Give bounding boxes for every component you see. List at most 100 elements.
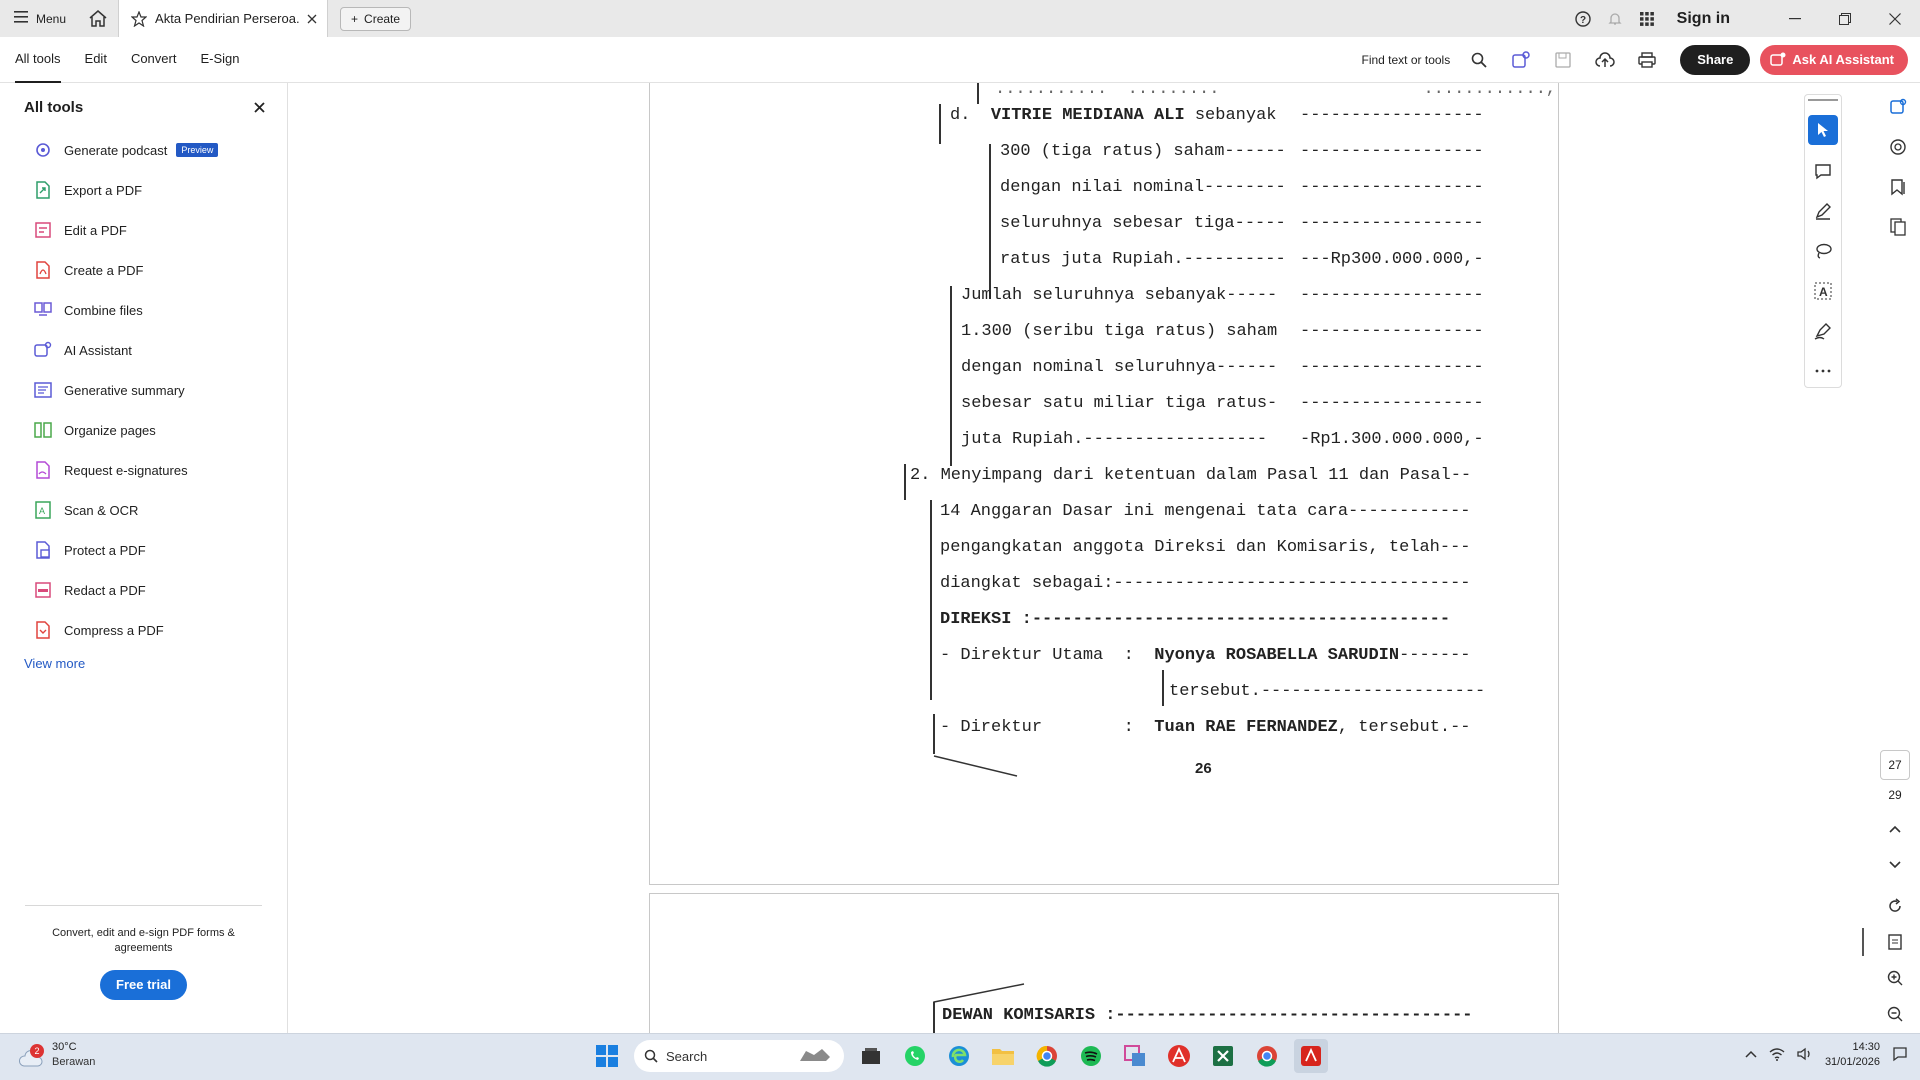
home-button[interactable] [78, 0, 118, 37]
comments-panel-icon[interactable] [1876, 127, 1920, 167]
star-icon[interactable] [131, 10, 148, 27]
taskbar-app-snipping[interactable] [1118, 1039, 1152, 1073]
taskbar-clock[interactable]: 14:30 31/01/2026 [1825, 1040, 1880, 1070]
tool-item-redact[interactable]: Redact a PDF [0, 570, 287, 610]
notification-count-badge: 2 [30, 1044, 44, 1058]
share-button[interactable]: Share [1680, 44, 1751, 75]
minimize-button[interactable] [1770, 0, 1820, 37]
sign-tool-button[interactable] [1805, 311, 1841, 351]
doc-line-right: ------------------ [1300, 214, 1484, 233]
palette-grip[interactable] [1808, 99, 1838, 101]
previous-page-button[interactable] [1880, 820, 1910, 838]
tool-item-ai-assistant[interactable]: AI Assistant [0, 330, 287, 370]
edit-pdf-icon [32, 219, 54, 241]
tool-item-export-pdf[interactable]: Export a PDF [0, 170, 287, 210]
panel-footer: Convert, edit and e-sign PDF forms & agr… [25, 905, 262, 1000]
highlight-tool-button[interactable] [1805, 191, 1841, 231]
tool-item-edit-pdf[interactable]: Edit a PDF [0, 210, 287, 250]
tool-item-esign[interactable]: Request e-signatures [0, 450, 287, 490]
tab-all-tools[interactable]: All tools [15, 37, 61, 83]
taskbar-app-taskview[interactable] [854, 1039, 888, 1073]
apps-grid-icon[interactable] [1631, 0, 1663, 37]
taskbar-app-acrobat-reader[interactable] [1162, 1039, 1196, 1073]
wifi-icon[interactable] [1769, 1047, 1785, 1064]
bookmarks-icon[interactable] [1876, 167, 1920, 207]
save-icon[interactable] [1546, 43, 1580, 77]
notification-center-icon[interactable] [1892, 1046, 1908, 1065]
tool-item-create-pdf[interactable]: Create a PDF [0, 250, 287, 290]
free-trial-button[interactable]: Free trial [100, 970, 187, 1000]
comment-tool-button[interactable] [1805, 151, 1841, 191]
weather-widget[interactable]: 2 30°C Berawan [18, 1040, 95, 1070]
notification-bell-icon[interactable] [1599, 0, 1631, 37]
margin-line [904, 464, 906, 500]
taskbar-app-spotify[interactable] [1074, 1039, 1108, 1073]
draw-tool-button[interactable] [1805, 231, 1841, 271]
document-viewer[interactable]: ........... ......... ............, d. V… [289, 83, 1804, 1033]
tool-item-combine[interactable]: Combine files [0, 290, 287, 330]
tool-item-label: Create a PDF [64, 262, 144, 278]
direktur-utama-line: - Direktur Utama : Nyonya ROSABELLA SARU… [940, 646, 1471, 665]
tool-item-label: Organize pages [64, 422, 156, 438]
taskbar-app-edge[interactable] [942, 1039, 976, 1073]
create-button[interactable]: + Create [340, 6, 412, 31]
margin-line [989, 144, 991, 299]
taskbar-app-chrome-2[interactable] [1250, 1039, 1284, 1073]
ai-panel-icon[interactable] [1876, 87, 1920, 127]
view-more-link[interactable]: View more [0, 656, 287, 671]
ai-tools-icon[interactable] [1504, 43, 1538, 77]
paragraph-2-line: diangkat sebagai:-----------------------… [940, 574, 1471, 593]
restore-button[interactable] [1820, 0, 1870, 37]
sign-in-link[interactable]: Sign in [1677, 10, 1730, 28]
zoom-in-button[interactable] [1880, 970, 1910, 991]
vertical-scrollbar[interactable] [1862, 928, 1864, 956]
tab-edit[interactable]: Edit [85, 37, 107, 83]
zoom-out-button[interactable] [1880, 1006, 1910, 1027]
taskbar-app-acrobat-active[interactable] [1294, 1039, 1328, 1073]
find-text-label[interactable]: Find text or tools [1362, 53, 1451, 67]
tool-item-summary[interactable]: Generative summary [0, 370, 287, 410]
tool-item-compress[interactable]: Compress a PDF [0, 610, 287, 650]
taskbar-app-explorer[interactable] [986, 1039, 1020, 1073]
folder-icon [992, 1049, 1014, 1065]
upload-cloud-icon[interactable] [1588, 43, 1622, 77]
menu-button[interactable]: Menu [0, 0, 78, 37]
tool-item-protect[interactable]: Protect a PDF [0, 530, 287, 570]
refresh-button[interactable] [1880, 898, 1910, 919]
print-icon[interactable] [1630, 43, 1664, 77]
restore-icon [1839, 12, 1851, 25]
page-thumbnails-icon[interactable] [1876, 207, 1920, 247]
text-tool-button[interactable]: A [1805, 271, 1841, 311]
taskbar-app-excel[interactable] [1206, 1039, 1240, 1073]
doc-line: ratus juta Rupiah.---------- [1000, 250, 1286, 269]
ask-ai-assistant-button[interactable]: Ask AI Assistant [1760, 44, 1908, 75]
current-page-input[interactable]: 27 [1880, 750, 1910, 780]
help-icon[interactable]: ? [1567, 0, 1599, 37]
svg-text:A: A [1819, 285, 1828, 299]
page-fit-button[interactable] [1880, 934, 1910, 955]
tab-e-sign[interactable]: E-Sign [200, 37, 239, 83]
direktur-utama-label: - Direktur Utama : [940, 646, 1155, 665]
next-page-button[interactable] [1880, 856, 1910, 874]
chrome-icon [1257, 1046, 1277, 1067]
close-panel-icon[interactable] [254, 102, 265, 113]
tray-overflow-icon[interactable] [1745, 1049, 1757, 1061]
margin-line [933, 1002, 935, 1033]
tab-convert[interactable]: Convert [131, 37, 177, 83]
tool-item-organize[interactable]: Organize pages [0, 410, 287, 450]
search-icon[interactable] [1462, 43, 1496, 77]
tool-item-podcast[interactable]: Generate podcast Preview [0, 130, 287, 170]
taskbar-app-chrome[interactable] [1030, 1039, 1064, 1073]
volume-icon[interactable] [1797, 1047, 1813, 1064]
document-tab[interactable]: Akta Pendirian Perseroa... [118, 0, 329, 37]
start-button[interactable] [590, 1039, 624, 1073]
pen-icon [1815, 203, 1831, 220]
taskbar-search-box[interactable]: Search [634, 1040, 844, 1072]
taskbar-app-whatsapp[interactable] [898, 1039, 932, 1073]
select-tool-button[interactable] [1808, 115, 1838, 145]
doc-line: seluruhnya sebesar tiga----- [1000, 214, 1286, 233]
close-tab-icon[interactable] [307, 14, 317, 24]
close-window-button[interactable] [1870, 0, 1920, 37]
tool-item-scan[interactable]: A Scan & OCR [0, 490, 287, 530]
more-tools-button[interactable] [1805, 351, 1841, 391]
